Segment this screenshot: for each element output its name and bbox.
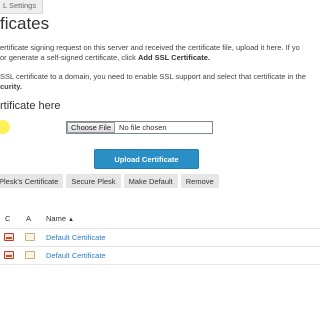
certificate-icon [4, 251, 14, 259]
table-row-divider [0, 264, 320, 265]
add-ssl-certificate-text: Add SSL Certificate. [137, 53, 210, 62]
choose-file-button[interactable]: Choose File [67, 122, 116, 133]
breadcrumb-text[interactable]: L Settings [3, 1, 36, 10]
certificate-icon [4, 233, 14, 241]
certificate-toolbar: Plesk's Certificate Secure Plesk Make De… [0, 174, 219, 188]
breadcrumb[interactable]: L Settings [0, 0, 44, 14]
column-header-c[interactable]: C [5, 214, 10, 223]
upload-certificate-button[interactable]: Upload Certificate [94, 149, 199, 169]
description-line-1: ertificate signing request on this serve… [0, 43, 300, 52]
remove-button[interactable]: Remove [180, 174, 219, 188]
table-row-divider [0, 246, 320, 247]
upload-section-heading: rtificate here [0, 100, 61, 112]
cursor-highlight [0, 120, 10, 134]
column-header-name[interactable]: Name ▲ [46, 214, 74, 223]
certificate-pending-icon [25, 251, 35, 259]
description-line-4: curity. [0, 82, 22, 91]
table-header-divider [0, 228, 320, 229]
column-header-a[interactable]: A [26, 214, 31, 223]
file-status-text: No file chosen [119, 123, 167, 132]
page-title: ficates [0, 14, 50, 33]
make-default-button[interactable]: Make Default [123, 174, 178, 188]
certificate-link[interactable]: Default Certificate [46, 233, 106, 242]
description-line-2-text: or generate a self-signed certificate, c… [0, 53, 138, 62]
description-line-2: or generate a self-signed certificate, c… [0, 53, 210, 63]
certificate-link[interactable]: Default Certificate [46, 251, 106, 260]
certificate-file-input[interactable]: Choose File No file chosen [66, 121, 213, 134]
certificate-pending-icon [25, 233, 35, 241]
secure-plesk-button[interactable]: Secure Plesk [66, 174, 121, 188]
column-header-name-label[interactable]: Name [46, 214, 66, 223]
plesks-certificate-button[interactable]: Plesk's Certificate [0, 174, 64, 188]
sort-ascending-icon: ▲ [68, 217, 74, 223]
description-line-3: SSL certificate to a domain, you need to… [0, 72, 306, 81]
